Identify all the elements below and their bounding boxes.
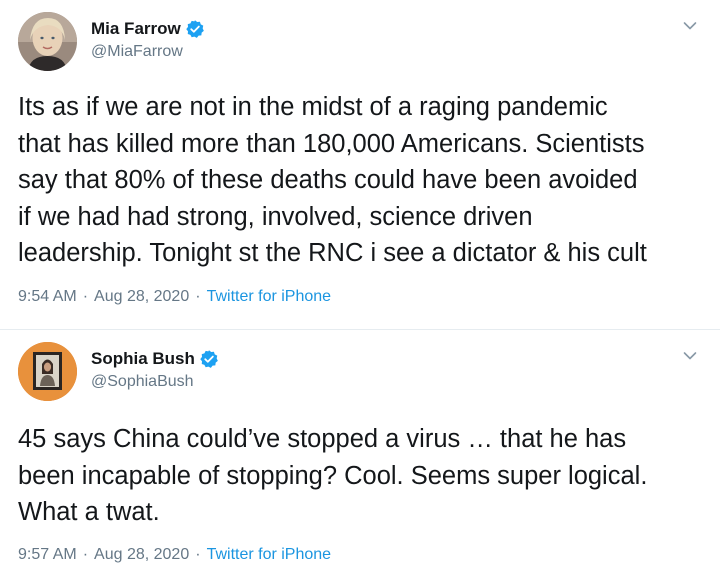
verified-badge-icon xyxy=(186,20,204,38)
tweet-card[interactable]: Sophia Bush @SophiaBush 45 says China co… xyxy=(0,330,720,586)
meta-separator: · xyxy=(82,546,89,563)
handle[interactable]: @MiaFarrow xyxy=(91,43,205,61)
meta-separator: · xyxy=(82,288,89,305)
chevron-down-icon[interactable] xyxy=(682,18,698,34)
verified-badge-icon xyxy=(200,350,218,368)
chevron-down-icon[interactable] xyxy=(682,348,698,364)
avatar-photo-icon xyxy=(18,12,77,71)
avatar[interactable] xyxy=(18,12,77,71)
tweet-text: 45 says China could’ve stopped a virus …… xyxy=(18,425,648,526)
tweet-date[interactable]: Aug 28, 2020 xyxy=(94,288,189,306)
tweet-source-link[interactable]: Twitter for iPhone xyxy=(207,288,332,306)
avatar-photo-icon xyxy=(18,342,77,401)
tweet-text: Its as if we are not in the midst of a r… xyxy=(18,93,647,267)
tweet-author: Sophia Bush @SophiaBush xyxy=(91,347,219,391)
handle[interactable]: @SophiaBush xyxy=(91,373,219,391)
tweet-meta: 9:57 AM · Aug 28, 2020 · Twitter for iPh… xyxy=(18,546,331,564)
avatar[interactable] xyxy=(18,342,77,401)
display-name[interactable]: Sophia Bush xyxy=(91,349,195,369)
meta-separator: · xyxy=(195,546,201,563)
tweet-time[interactable]: 9:54 AM xyxy=(18,288,77,306)
tweet-time[interactable]: 9:57 AM xyxy=(18,546,77,564)
meta-separator: · xyxy=(195,288,201,305)
tweet-card[interactable]: Mia Farrow @MiaFarrow Its as if we are n… xyxy=(0,0,720,330)
tweet-meta: 9:54 AM · Aug 28, 2020 · Twitter for iPh… xyxy=(18,288,331,306)
tweet-source-link[interactable]: Twitter for iPhone xyxy=(207,546,332,564)
tweet-author: Mia Farrow @MiaFarrow xyxy=(91,17,205,61)
display-name[interactable]: Mia Farrow xyxy=(91,19,181,39)
tweet-date[interactable]: Aug 28, 2020 xyxy=(94,546,189,564)
